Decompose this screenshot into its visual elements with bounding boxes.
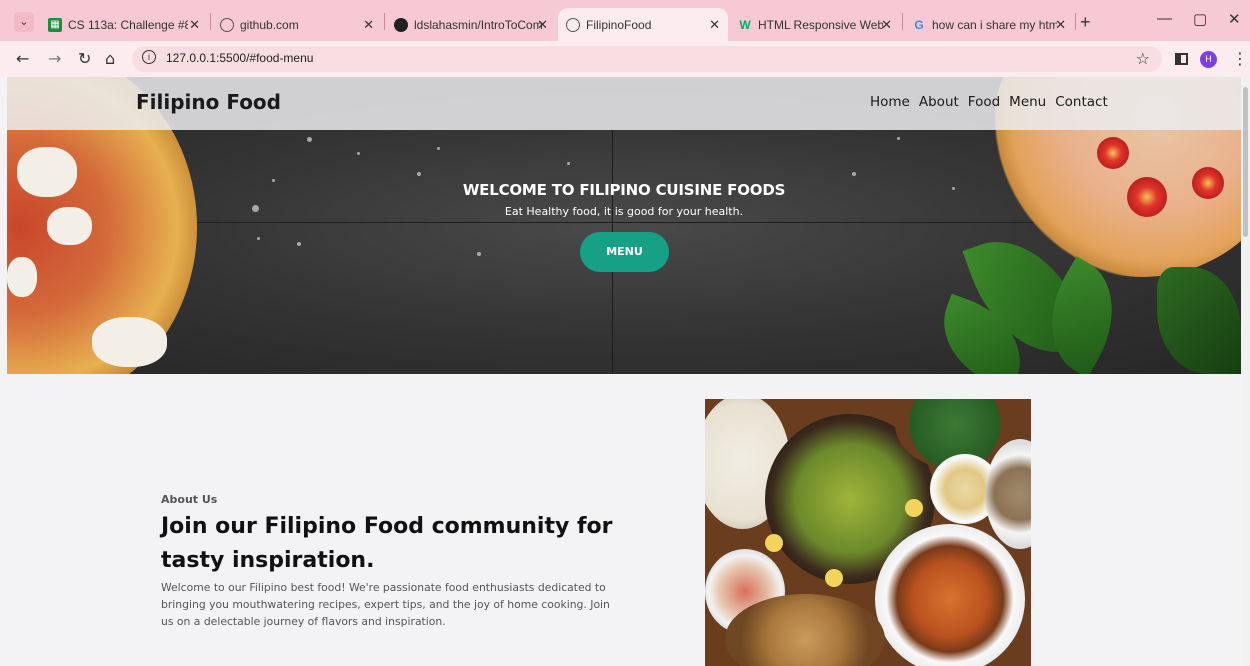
restore-icon[interactable]: ▢	[1193, 10, 1207, 28]
google-icon: G	[914, 17, 924, 32]
tab-strip: ⌄ ▦ CS 113a: Challenge #8: Ext ✕ github.…	[0, 0, 1250, 41]
food-spread-image	[705, 399, 1031, 666]
salt-speck	[852, 172, 856, 176]
salt-speck	[567, 162, 570, 165]
tab-separator	[384, 13, 385, 30]
home-icon[interactable]: ⌂	[105, 49, 115, 68]
w3-icon: W	[739, 17, 751, 32]
about-text: Welcome to our Filipino best food! We're…	[161, 581, 610, 628]
herbs	[1157, 267, 1241, 374]
about-heading: Join our Filipino Food community for tas…	[161, 514, 613, 573]
profile-avatar[interactable]: H	[1200, 51, 1217, 68]
page-scrollbar[interactable]	[1241, 77, 1250, 666]
tab-title: HTML Responsive Web De	[758, 17, 883, 32]
minimize-icon[interactable]: —	[1157, 10, 1172, 27]
github-icon	[394, 17, 408, 32]
tab-title: FilipinoFood	[586, 17, 652, 32]
site-logo[interactable]: Filipino Food	[136, 90, 281, 114]
salt-speck	[297, 242, 301, 246]
nav-home[interactable]: Home	[870, 94, 910, 110]
close-tab-icon[interactable]: ✕	[709, 17, 720, 33]
side-panel-icon[interactable]	[1175, 53, 1188, 65]
close-tab-icon[interactable]: ✕	[881, 17, 892, 33]
tab-title: github.com	[240, 17, 299, 32]
close-tab-icon[interactable]: ✕	[537, 17, 548, 33]
tab-separator	[1075, 13, 1076, 30]
salt-speck	[357, 152, 360, 155]
page-viewport: Filipino Food Home About Food Menu Conta…	[7, 77, 1241, 666]
about-eyebrow: About Us	[161, 493, 218, 506]
url-text: 127.0.0.1:5500/#food-menu	[166, 51, 314, 65]
tab-separator	[902, 13, 903, 30]
tab-title: how can i share my html p	[932, 17, 1057, 32]
tomato-topping	[1097, 137, 1129, 169]
nav-menu[interactable]: Menu	[1009, 94, 1046, 110]
tab-title: ldslahasmin/IntroToCompu	[414, 17, 542, 32]
globe-icon	[566, 17, 580, 32]
tab-filipinofood[interactable]: FilipinoFood ✕	[558, 8, 728, 41]
globe-icon	[220, 17, 234, 32]
reload-icon[interactable]: ↻	[78, 49, 91, 68]
tab-challenge[interactable]: ▦ CS 113a: Challenge #8: Ext ✕	[40, 8, 208, 41]
tab-search-icon[interactable]: ⌄	[14, 12, 34, 32]
close-tab-icon[interactable]: ✕	[363, 17, 374, 33]
bookmark-star-icon[interactable]: ☆	[1136, 49, 1150, 68]
more-menu-icon[interactable]: ⋮	[1232, 49, 1248, 68]
sheets-icon: ▦	[48, 17, 62, 32]
lemon-slice	[905, 499, 923, 517]
salt-speck	[417, 172, 421, 176]
close-window-icon[interactable]: ✕	[1228, 10, 1241, 28]
tab-github-com[interactable]: github.com ✕	[212, 8, 382, 41]
nav-about[interactable]: About	[919, 94, 959, 110]
tab-title: CS 113a: Challenge #8: Ext	[68, 17, 188, 32]
hero-section: Filipino Food Home About Food Menu Conta…	[7, 77, 1241, 374]
adobo-plate	[875, 524, 1025, 666]
stone-seam	[182, 222, 1052, 223]
salt-speck	[307, 137, 312, 142]
salt-speck	[477, 252, 481, 256]
salt-speck	[437, 147, 440, 150]
address-bar[interactable]: i 127.0.0.1:5500/#food-menu ☆	[132, 46, 1162, 72]
tab-google-search[interactable]: G how can i share my html p ✕	[904, 8, 1074, 41]
nav-links: Home About Food Menu Contact	[870, 94, 1108, 110]
close-tab-icon[interactable]: ✕	[1055, 17, 1066, 33]
close-tab-icon[interactable]: ✕	[189, 17, 200, 33]
cheese-topping	[7, 257, 37, 297]
nav-food[interactable]: Food	[968, 94, 1000, 110]
hero-title: WELCOME TO FILIPINO CUISINE FOODS	[462, 181, 786, 199]
lemon-slice	[825, 569, 843, 587]
salt-speck	[257, 237, 260, 240]
hero-subtitle: Eat Healthy food, it is good for your he…	[504, 205, 744, 218]
new-tab-icon[interactable]: +	[1080, 12, 1091, 33]
toolbar: ← → ↻ ⌂ i 127.0.0.1:5500/#food-menu ☆ H …	[0, 41, 1250, 77]
scrollbar-thumb[interactable]	[1243, 87, 1248, 237]
site-info-icon[interactable]: i	[142, 50, 156, 64]
tab-w3schools[interactable]: W HTML Responsive Web De ✕	[730, 8, 900, 41]
forward-icon[interactable]: →	[48, 49, 61, 68]
cheese-topping	[92, 317, 167, 367]
site-navbar: Filipino Food Home About Food Menu Conta…	[7, 77, 1241, 130]
salt-speck	[897, 137, 900, 140]
lemon-slice	[765, 534, 783, 552]
nav-contact[interactable]: Contact	[1055, 94, 1108, 110]
back-icon[interactable]: ←	[16, 49, 29, 68]
tab-separator	[210, 13, 211, 30]
menu-button[interactable]: MENU	[580, 232, 669, 272]
tab-github-repo[interactable]: ldslahasmin/IntroToCompu ✕	[386, 8, 556, 41]
